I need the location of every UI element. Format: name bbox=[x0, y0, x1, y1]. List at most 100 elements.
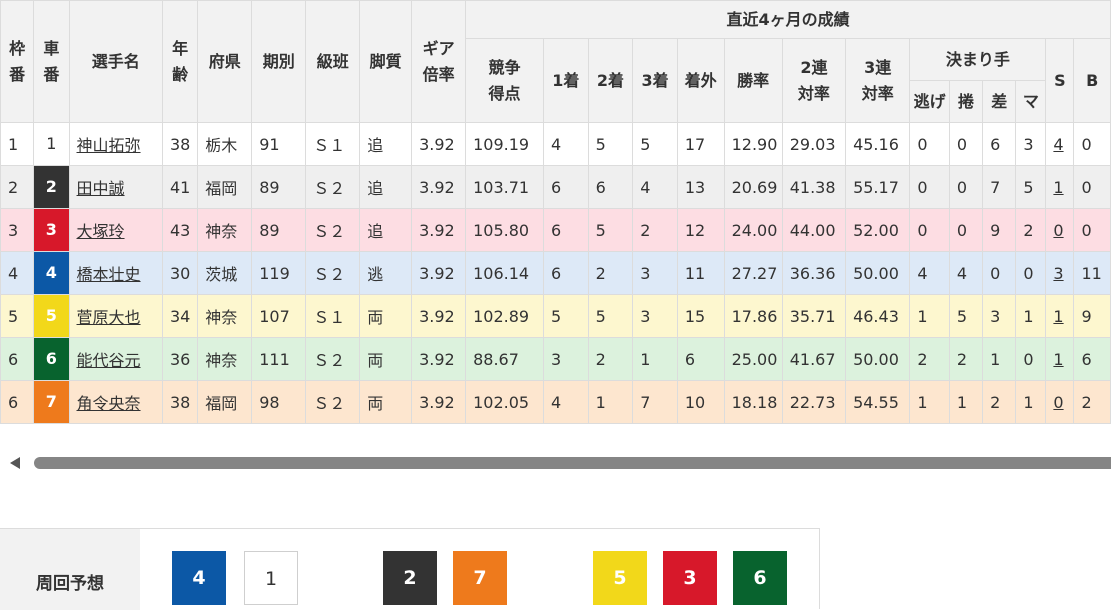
cell-win: 27.27 bbox=[723, 251, 783, 295]
cell-quin: 29.03 bbox=[781, 122, 847, 166]
cell-car: 4 bbox=[33, 251, 70, 295]
header-s: S bbox=[1045, 38, 1075, 123]
lap-forecast: 周回予想 41 27 536 bbox=[0, 528, 820, 610]
cell-third: 7 bbox=[632, 380, 678, 424]
header-waku: 枠 番 bbox=[0, 0, 35, 123]
s-count-link[interactable]: 1 bbox=[1053, 178, 1063, 197]
cell-trio: 46.43 bbox=[845, 294, 911, 338]
cell-leg: 両 bbox=[359, 380, 413, 424]
s-count-link[interactable]: 1 bbox=[1053, 350, 1063, 369]
cell-score: 88.67 bbox=[465, 337, 544, 381]
rider-name-link[interactable]: 能代谷元 bbox=[77, 351, 141, 370]
cell-win: 18.18 bbox=[723, 380, 783, 424]
cell-win: 20.69 bbox=[723, 165, 783, 209]
cell-second: 6 bbox=[587, 165, 634, 209]
cell-win: 25.00 bbox=[723, 337, 783, 381]
forecast-car-box: 4 bbox=[172, 551, 226, 605]
cell-age: 34 bbox=[161, 294, 199, 338]
header-name: 選手名 bbox=[68, 0, 163, 123]
horizontal-scrollbar[interactable] bbox=[0, 448, 1111, 476]
cell-mark: 1 bbox=[1015, 380, 1047, 424]
s-count-link[interactable]: 3 bbox=[1053, 264, 1063, 283]
cell-car: 5 bbox=[33, 294, 70, 338]
cell-sashi: 3 bbox=[982, 294, 1017, 338]
rider-name-link[interactable]: 菅原大也 bbox=[77, 308, 141, 327]
cell-b: 9 bbox=[1073, 294, 1111, 338]
car-number-badge: 7 bbox=[34, 381, 69, 423]
cell-s: 0 bbox=[1045, 208, 1075, 252]
rider-name-link[interactable]: 橋本壮史 bbox=[77, 265, 141, 284]
cell-sashi: 6 bbox=[982, 122, 1017, 166]
s-count-link[interactable]: 1 bbox=[1053, 307, 1063, 326]
cell-quin: 44.00 bbox=[781, 208, 847, 252]
cell-age: 43 bbox=[161, 208, 199, 252]
cell-pref: 福岡 bbox=[197, 380, 253, 424]
cell-mark: 5 bbox=[1015, 165, 1047, 209]
cell-leg: 追 bbox=[359, 165, 413, 209]
header-recent: 直近4ヶ月の成績 bbox=[465, 0, 1111, 39]
cell-name: 田中誠 bbox=[68, 165, 163, 209]
cell-first: 4 bbox=[542, 122, 589, 166]
cell-score: 106.14 bbox=[465, 251, 544, 295]
cell-sashi: 2 bbox=[982, 380, 1017, 424]
cell-leg: 追 bbox=[359, 208, 413, 252]
cell-b: 2 bbox=[1073, 380, 1111, 424]
rider-row: 4 4 橋本壮史 30 茨城 119 Ｓ２ 逃 3.92 106.14 6 2 3 11 27.27 36.3… bbox=[0, 251, 1111, 295]
rider-name-link[interactable]: 田中誠 bbox=[77, 179, 125, 198]
lap-forecast-label: 周回予想 bbox=[0, 529, 140, 610]
header-second: 2着 bbox=[587, 38, 634, 123]
cell-class: Ｓ２ bbox=[305, 208, 361, 252]
cell-second: 5 bbox=[587, 294, 634, 338]
cell-mark: 3 bbox=[1015, 122, 1047, 166]
cell-score: 102.05 bbox=[465, 380, 544, 424]
scroll-left-arrow-icon[interactable] bbox=[10, 457, 20, 469]
cell-class: Ｓ２ bbox=[305, 380, 361, 424]
cell-mark: 0 bbox=[1015, 337, 1047, 381]
cell-pref: 神奈 bbox=[197, 208, 253, 252]
cell-quin: 41.67 bbox=[781, 337, 847, 381]
header-kimarite: 決まり手 bbox=[909, 38, 1047, 81]
header-makuri: 捲 bbox=[948, 80, 984, 123]
forecast-car-box: 6 bbox=[733, 551, 787, 605]
cell-gear: 3.92 bbox=[411, 208, 467, 252]
cell-class: Ｓ１ bbox=[305, 294, 361, 338]
cell-mark: 0 bbox=[1015, 251, 1047, 295]
cell-b: 0 bbox=[1073, 122, 1111, 166]
cell-car: 6 bbox=[33, 337, 70, 381]
cell-gear: 3.92 bbox=[411, 122, 467, 166]
s-count-link[interactable]: 0 bbox=[1053, 393, 1063, 412]
header-leg: 脚質 bbox=[359, 0, 413, 123]
cell-third: 3 bbox=[632, 294, 678, 338]
rider-row: 3 3 大塚玲 43 神奈 89 Ｓ２ 追 3.92 105.80 6 5 2 12 24.00 44.00 5… bbox=[0, 208, 1111, 252]
header-trio: 3連 対率 bbox=[845, 38, 911, 123]
cell-first: 6 bbox=[542, 208, 589, 252]
cell-first: 6 bbox=[542, 251, 589, 295]
scroll-thumb[interactable] bbox=[34, 457, 1111, 469]
race-card-table: 枠 番 車 番 選手名 年 齢 府県 期別 級班 脚質 ギア 倍率 直近4ヶ月の… bbox=[0, 0, 1111, 424]
rider-row: 2 2 田中誠 41 福岡 89 Ｓ２ 追 3.92 103.71 6 6 4 13 20.69 41.38 5… bbox=[0, 165, 1111, 209]
header-first: 1着 bbox=[542, 38, 589, 123]
s-count-link[interactable]: 4 bbox=[1053, 135, 1063, 154]
cell-class: Ｓ２ bbox=[305, 337, 361, 381]
header-car: 車 番 bbox=[33, 0, 70, 123]
cell-first: 4 bbox=[542, 380, 589, 424]
cell-car: 1 bbox=[33, 122, 70, 166]
cell-win: 12.90 bbox=[723, 122, 783, 166]
cell-b: 0 bbox=[1073, 208, 1111, 252]
cell-term: 107 bbox=[251, 294, 307, 338]
cell-first: 5 bbox=[542, 294, 589, 338]
rider-name-link[interactable]: 大塚玲 bbox=[77, 222, 125, 241]
cell-age: 36 bbox=[161, 337, 199, 381]
cell-gear: 3.92 bbox=[411, 165, 467, 209]
s-count-link[interactable]: 0 bbox=[1053, 221, 1063, 240]
cell-car: 7 bbox=[33, 380, 70, 424]
cell-nige: 0 bbox=[909, 122, 950, 166]
cell-pref: 神奈 bbox=[197, 337, 253, 381]
header-b: B bbox=[1073, 38, 1111, 123]
cell-name: 橋本壮史 bbox=[68, 251, 163, 295]
rider-name-link[interactable]: 角令央奈 bbox=[77, 394, 141, 413]
cell-trio: 45.16 bbox=[845, 122, 911, 166]
rider-name-link[interactable]: 神山拓弥 bbox=[77, 136, 141, 155]
cell-b: 6 bbox=[1073, 337, 1111, 381]
cell-class: Ｓ２ bbox=[305, 165, 361, 209]
